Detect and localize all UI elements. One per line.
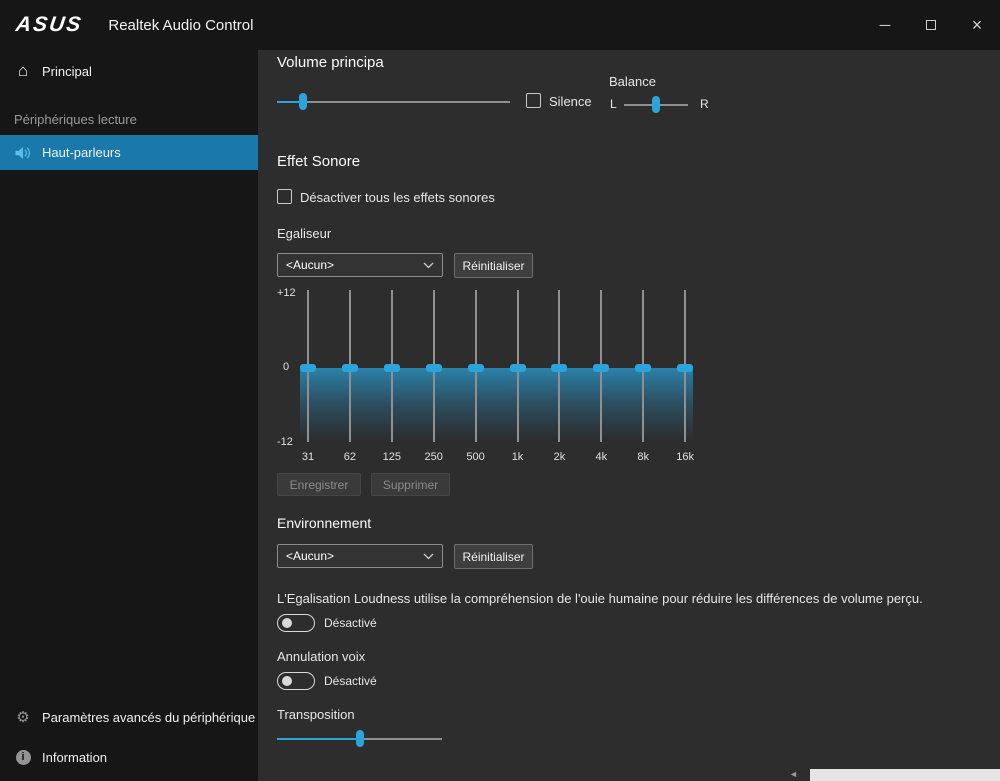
equalizer: +12 0 -12 31621252505001k2k4k8k16k	[277, 290, 707, 470]
minimize-icon: ─	[880, 17, 891, 34]
volume-slider-handle[interactable]	[299, 93, 307, 110]
eq-band-frequency-label: 1k	[502, 451, 534, 463]
transposition-label: Transposition	[277, 707, 355, 722]
sound-effect-heading: Effet Sonore	[277, 153, 360, 170]
eq-band-handle[interactable]	[384, 364, 400, 372]
close-button[interactable]: ×	[954, 0, 1000, 50]
speaker-icon	[14, 145, 32, 161]
eq-band-handle[interactable]	[635, 364, 651, 372]
eq-band-frequency-label: 125	[376, 451, 408, 463]
loudness-state-label: Désactivé	[324, 616, 377, 630]
equalizer-label: Egaliseur	[277, 226, 331, 241]
sidebar-item-label: Paramètres avancés du périphérique	[42, 710, 255, 725]
balance-right-label: R	[700, 97, 709, 111]
balance-left-label: L	[610, 97, 617, 111]
sidebar: ⌂ Principal Périphériques lecture Haut-p…	[0, 50, 258, 781]
balance-label: Balance	[609, 74, 656, 89]
chevron-down-icon	[423, 262, 434, 269]
sidebar-item-label: Principal	[42, 64, 92, 79]
volume-slider[interactable]	[277, 93, 510, 110]
eq-band-frequency-label: 500	[460, 451, 492, 463]
voice-cancellation-label: Annulation voix	[277, 649, 365, 664]
eq-band-handle[interactable]	[300, 364, 316, 372]
sidebar-item-principal[interactable]: ⌂ Principal	[0, 53, 258, 89]
eq-band-handle[interactable]	[593, 364, 609, 372]
toggle-knob	[282, 618, 292, 628]
eq-band-frequency-label: 16k	[669, 451, 701, 463]
sidebar-item-speakers[interactable]: Haut-parleurs	[0, 135, 258, 170]
eq-band-handle[interactable]	[468, 364, 484, 372]
eq-band-frequency-label: 31	[292, 451, 324, 463]
silence-label: Silence	[549, 94, 592, 109]
disable-effects-label: Désactiver tous les effets sonores	[300, 190, 495, 205]
loudness-description: L'Egalisation Loudness utilise la compré…	[277, 591, 987, 606]
sidebar-item-label: Haut-parleurs	[42, 145, 121, 160]
main-content: Volume principa Silence Balance L R Effe…	[258, 50, 1000, 781]
environment-preset-dropdown[interactable]: <Aucun>	[277, 544, 443, 568]
sidebar-item-information[interactable]: i Information	[0, 740, 258, 774]
eq-band-frequency-label: 250	[418, 451, 450, 463]
environment-label: Environnement	[277, 515, 371, 531]
playback-devices-section-label: Périphériques lecture	[14, 112, 137, 127]
balance-slider-handle[interactable]	[652, 96, 660, 113]
toggle-knob	[282, 676, 292, 686]
eq-band-handle[interactable]	[551, 364, 567, 372]
maximize-icon	[926, 20, 936, 30]
eq-band-handle[interactable]	[342, 364, 358, 372]
transposition-slider[interactable]	[277, 730, 442, 747]
transposition-slider-handle[interactable]	[356, 730, 364, 747]
sidebar-item-label: Information	[42, 750, 107, 765]
info-icon: i	[16, 750, 31, 765]
asus-logo: ASUS	[14, 13, 84, 37]
voice-cancellation-toggle[interactable]	[277, 672, 315, 690]
equalizer-preset-value: <Aucun>	[286, 258, 334, 272]
window-title: Realtek Audio Control	[108, 17, 253, 34]
eq-band-handle[interactable]	[426, 364, 442, 372]
realtek-audio-control-window: ASUS Realtek Audio Control ─ × ⌂ Princip…	[0, 0, 1000, 781]
maximize-button[interactable]	[908, 0, 954, 50]
environment-preset-value: <Aucun>	[286, 549, 334, 563]
equalizer-bands: 31 62 125 250 500 1k 2k 4k 8k 16k	[277, 290, 707, 470]
loudness-toggle[interactable]	[277, 614, 315, 632]
gear-icon: ⚙	[14, 708, 32, 726]
scroll-left-arrow-icon[interactable]: ◄	[789, 769, 798, 779]
transposition-slider-fill	[277, 738, 360, 740]
home-icon: ⌂	[14, 61, 32, 81]
eq-band-handle[interactable]	[510, 364, 526, 372]
save-preset-button[interactable]: Enregistrer	[277, 473, 361, 496]
horizontal-scrollbar-thumb[interactable]	[810, 769, 1000, 781]
sidebar-item-advanced-settings[interactable]: ⚙ Paramètres avancés du périphérique	[0, 700, 258, 734]
equalizer-reset-button[interactable]: Réinitialiser	[454, 253, 533, 278]
eq-band-frequency-label: 4k	[585, 451, 617, 463]
eq-band-frequency-label: 2k	[543, 451, 575, 463]
eq-band-frequency-label: 8k	[627, 451, 659, 463]
voice-state-label: Désactivé	[324, 674, 377, 688]
volume-slider-track[interactable]	[277, 101, 510, 103]
balance-slider[interactable]	[624, 96, 688, 113]
delete-preset-button[interactable]: Supprimer	[371, 473, 450, 496]
chevron-down-icon	[423, 553, 434, 560]
eq-band-frequency-label: 62	[334, 451, 366, 463]
titlebar: ASUS Realtek Audio Control ─ ×	[0, 0, 1000, 50]
minimize-button[interactable]: ─	[862, 0, 908, 50]
silence-checkbox[interactable]	[526, 93, 541, 108]
volume-heading: Volume principa	[277, 54, 384, 71]
disable-effects-checkbox[interactable]	[277, 189, 292, 204]
eq-band-handle[interactable]	[677, 364, 693, 372]
environment-reset-button[interactable]: Réinitialiser	[454, 544, 533, 569]
equalizer-preset-dropdown[interactable]: <Aucun>	[277, 253, 443, 277]
window-controls: ─ ×	[862, 0, 1000, 50]
close-icon: ×	[972, 15, 983, 36]
